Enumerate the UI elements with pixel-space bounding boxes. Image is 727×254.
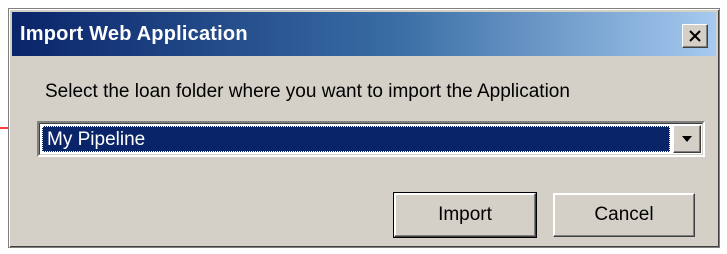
cancel-button[interactable]: Cancel xyxy=(553,193,695,237)
close-button[interactable] xyxy=(682,24,708,48)
loan-folder-select-value[interactable]: My Pipeline xyxy=(42,126,670,152)
import-web-application-dialog: Import Web Application Select the loan f… xyxy=(8,8,720,248)
title-bar[interactable]: Import Web Application xyxy=(12,12,716,56)
dropdown-button[interactable] xyxy=(673,125,701,153)
chevron-down-icon xyxy=(682,136,692,142)
close-icon xyxy=(689,30,701,42)
import-button[interactable]: Import xyxy=(393,192,537,238)
loan-folder-select-field[interactable]: My Pipeline xyxy=(39,123,703,155)
loan-folder-select[interactable]: My Pipeline xyxy=(37,121,705,157)
folder-prompt-label: Select the loan folder where you want to… xyxy=(45,81,570,102)
dialog-title: Import Web Application xyxy=(20,23,248,45)
